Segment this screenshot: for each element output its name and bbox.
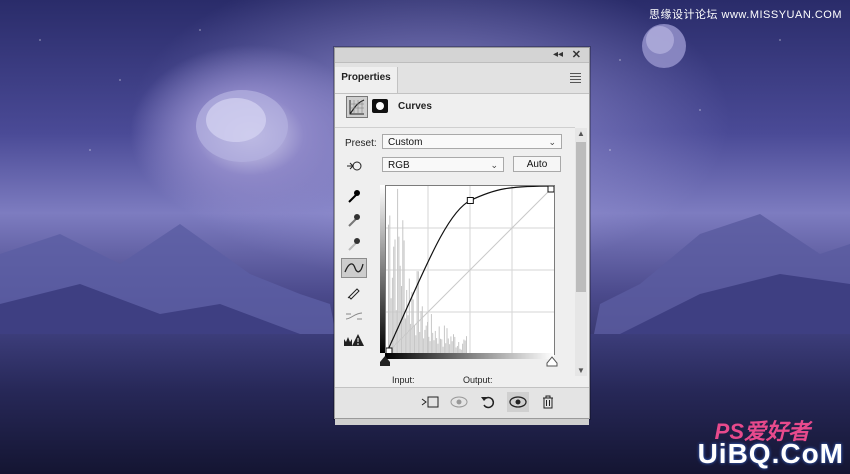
histogram-bar (403, 240, 405, 354)
histogram-bar (407, 315, 409, 354)
histogram-bar (464, 340, 466, 354)
histogram-bar (440, 338, 441, 354)
curve-plot[interactable] (385, 185, 555, 355)
adjustment-header: Curves (335, 94, 589, 120)
tab-properties[interactable]: Properties (335, 67, 398, 93)
properties-panel: ◂◂ ✕ Properties Curves Preset: Custom ⌄ … (334, 47, 590, 425)
eyedropper-black-icon[interactable] (341, 186, 367, 206)
pencil-draw-icon[interactable] (341, 282, 367, 302)
curve-points-icon[interactable] (341, 258, 367, 278)
histogram-bar (446, 328, 448, 354)
site-watermark: 思缘设计论坛 www.MISSYUAN.COM (648, 9, 842, 21)
histogram-bar (391, 277, 393, 354)
planet-graphic (196, 90, 288, 162)
channel-value: RGB (388, 160, 410, 171)
curve-point[interactable] (466, 196, 474, 204)
reset-icon[interactable] (477, 392, 499, 412)
scroll-thumb[interactable] (576, 142, 586, 292)
close-icon[interactable]: ✕ (572, 48, 581, 61)
preset-value: Custom (388, 137, 423, 148)
histogram-bar (433, 340, 435, 354)
clip-to-layer-icon[interactable] (419, 392, 441, 412)
histogram-bar (428, 336, 430, 354)
histogram-bar (447, 338, 449, 354)
histogram-bar (390, 298, 392, 354)
chevron-down-icon: ⌄ (548, 137, 556, 147)
trash-icon[interactable] (537, 392, 559, 412)
histogram-bar (389, 215, 391, 354)
panel-menu-icon[interactable] (570, 73, 581, 85)
chevron-down-icon: ⌄ (490, 160, 498, 170)
eyedropper-white-icon[interactable] (341, 234, 367, 254)
histogram-bar (430, 314, 432, 354)
logo-watermark: UiBQ.CoM (697, 438, 844, 469)
input-gradient-bar (385, 353, 554, 359)
histogram-bar (450, 336, 452, 354)
output-label: Output: (463, 375, 493, 385)
histogram-bar (423, 338, 425, 354)
curve-point[interactable] (547, 185, 555, 193)
histogram-bar (438, 326, 440, 354)
moon-graphic (642, 24, 686, 68)
histogram-bar (453, 334, 454, 354)
histogram-bar (466, 336, 467, 354)
scroll-up-icon[interactable]: ▲ (577, 129, 585, 138)
histogram-bar (427, 321, 428, 354)
black-point-slider[interactable] (380, 356, 390, 366)
histogram-bar (441, 339, 443, 354)
panel-titlebar[interactable]: ◂◂ ✕ (335, 48, 589, 63)
histogram-bar (421, 306, 423, 354)
adjustment-title: Curves (398, 101, 432, 112)
histogram-bar (419, 331, 421, 354)
channel-select[interactable]: RGB ⌄ (382, 157, 504, 172)
histogram-bar (443, 325, 445, 354)
auto-button[interactable]: Auto (513, 156, 561, 172)
divider (335, 127, 575, 128)
panel-footer (335, 387, 589, 425)
panel-tab-row: Properties (335, 63, 589, 94)
histogram-bar (436, 338, 438, 354)
smooth-curve-icon[interactable] (341, 306, 367, 326)
clipping-warning-icon[interactable] (341, 330, 367, 350)
histogram-bar (394, 239, 396, 354)
panel-resize-grip[interactable] (335, 419, 589, 425)
view-previous-icon[interactable] (448, 392, 470, 412)
histogram-bar (404, 318, 406, 354)
histogram-bar (434, 330, 436, 354)
curves-adjustment-icon[interactable] (346, 96, 368, 118)
histogram-bar (420, 311, 422, 354)
histogram-bar (424, 329, 426, 354)
double-chevron-icon[interactable]: ◂◂ (553, 49, 563, 60)
histogram-bar (454, 336, 456, 354)
histogram-bar (402, 220, 404, 354)
histogram-bar (415, 335, 417, 354)
histogram-bar (463, 339, 465, 354)
preset-select[interactable]: Custom ⌄ (382, 134, 562, 149)
histogram-bar (398, 236, 400, 354)
histogram-bar (432, 332, 434, 354)
eyedropper-gray-icon[interactable] (341, 210, 367, 230)
preset-label: Preset: (345, 138, 377, 149)
layer-mask-icon[interactable] (372, 99, 388, 113)
white-point-slider[interactable] (546, 356, 558, 367)
histogram-bar (414, 325, 415, 354)
histogram-bar (425, 325, 427, 354)
histogram-bar (388, 224, 389, 354)
panel-scrollbar[interactable]: ▲ ▼ (575, 128, 587, 376)
eye-icon[interactable] (507, 392, 529, 412)
on-image-adjust-icon[interactable] (341, 156, 367, 176)
curves-graph[interactable] (385, 185, 555, 355)
histogram-bar (411, 291, 413, 354)
histogram-bar (408, 278, 410, 354)
scroll-down-icon[interactable]: ▼ (577, 366, 585, 375)
input-label: Input: (392, 375, 415, 385)
histogram-bar (406, 289, 408, 354)
